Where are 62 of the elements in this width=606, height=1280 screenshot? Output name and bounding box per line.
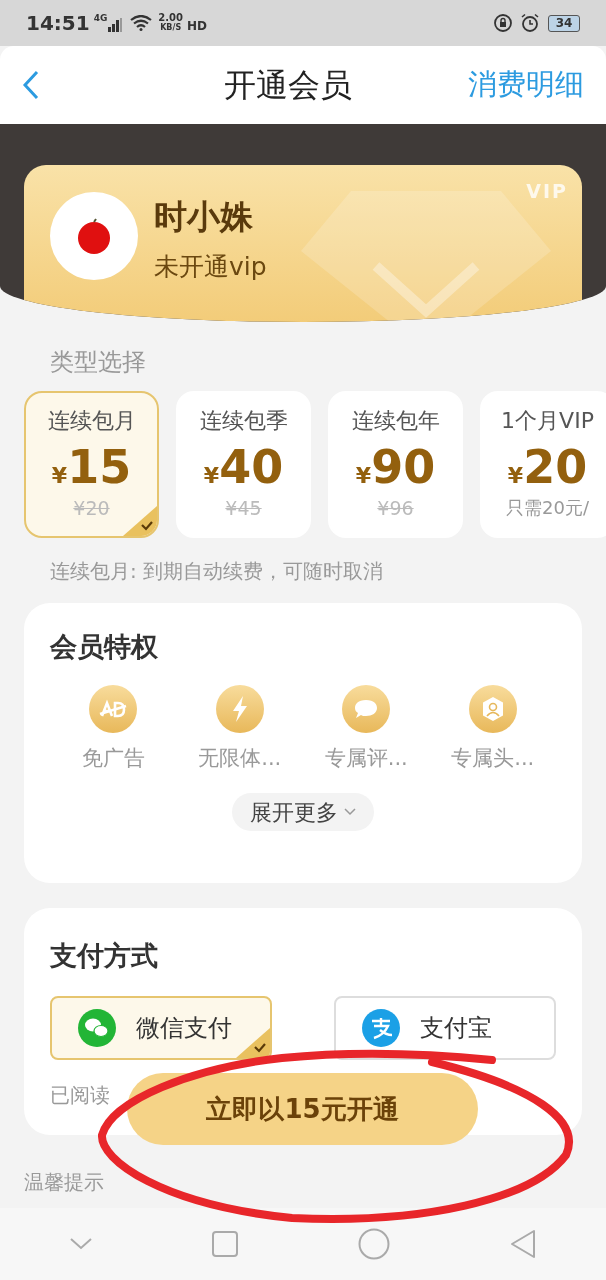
signal-icon [108,18,123,32]
card-title: 会员特权 [50,630,159,664]
wifi-icon [130,15,153,31]
status-time: 14:51 [26,10,90,37]
home-icon[interactable] [358,1228,390,1260]
currency-symbol: ¥ [355,463,372,490]
battery-indicator: 34 [548,14,580,32]
payment-option[interactable]: 支付宝 [334,996,556,1060]
subscribe-button[interactable]: 立即以15元开通 [127,1073,478,1145]
plan-name: 连续包月 [47,407,136,435]
chevron-down-icon [344,808,356,816]
plan-option[interactable]: 连续包年 ¥90 ¥96 [328,391,463,538]
rotation-lock-icon [494,14,512,32]
original-price: ¥20 [73,497,110,519]
recents-icon[interactable] [212,1231,238,1257]
plan-price: 15 [67,441,132,493]
user-badge-icon [468,685,517,733]
plan-option[interactable]: 1个月VIP ¥20 只需20元/ [480,391,606,538]
plan-price: 90 [371,441,436,493]
hd-label: HD [187,18,208,35]
privilege-label: 专属头... [451,745,535,771]
plan-price: 40 [219,441,284,493]
plan-note: 连续包月: 到期自动续费，可随时取消 [49,558,385,584]
chevron-down-icon[interactable] [70,1238,92,1250]
user-name: 时小姝 [154,196,254,238]
alarm-icon [520,13,540,33]
privilege-label: 无限体... [198,745,282,771]
expand-more-button[interactable]: 展开更多 [232,793,374,831]
currency-symbol: ¥ [507,463,524,490]
original-price: ¥96 [377,497,414,519]
agreement-text: 已阅读 [50,1082,110,1108]
check-corner-icon [236,1028,270,1058]
vip-status: 未开通vip [154,251,267,283]
no-ads-icon [89,685,138,733]
payment-logo-icon [362,1009,400,1047]
plan-option[interactable]: 连续包月 ¥15 ¥20 [24,391,159,538]
payment-option[interactable]: 微信支付 [50,996,272,1060]
page-title: 开通会员 [224,65,352,106]
back-icon[interactable] [510,1229,536,1259]
privilege-label: 免广告 [81,745,145,771]
original-price: ¥45 [225,497,262,519]
plan-name: 1个月VIP [501,407,594,435]
apple-icon [75,217,113,255]
tip-label: 温馨提示 [24,1169,104,1195]
plan-option[interactable]: 连续包季 ¥40 ¥45 [176,391,311,538]
price-note: 只需20元/ [506,497,589,519]
vip-label: VIP [526,179,568,204]
card-title: 支付方式 [50,939,159,973]
currency-symbol: ¥ [203,463,220,490]
check-corner-icon [123,506,157,536]
plan-name: 连续包年 [351,407,440,435]
chat-bubbles-icon [78,1009,116,1047]
privilege-label: 专属评... [324,745,408,771]
speed-unit: KB/S [160,23,182,33]
section-label: 类型选择 [49,348,147,376]
speed-value: 2.00 [158,13,183,23]
network-label: 4G [93,12,108,25]
plan-price: 20 [523,441,588,493]
currency-symbol: ¥ [51,462,68,490]
plan-name: 连续包季 [199,407,288,435]
lightning-icon [215,685,264,733]
speech-bubble-icon [342,685,391,733]
